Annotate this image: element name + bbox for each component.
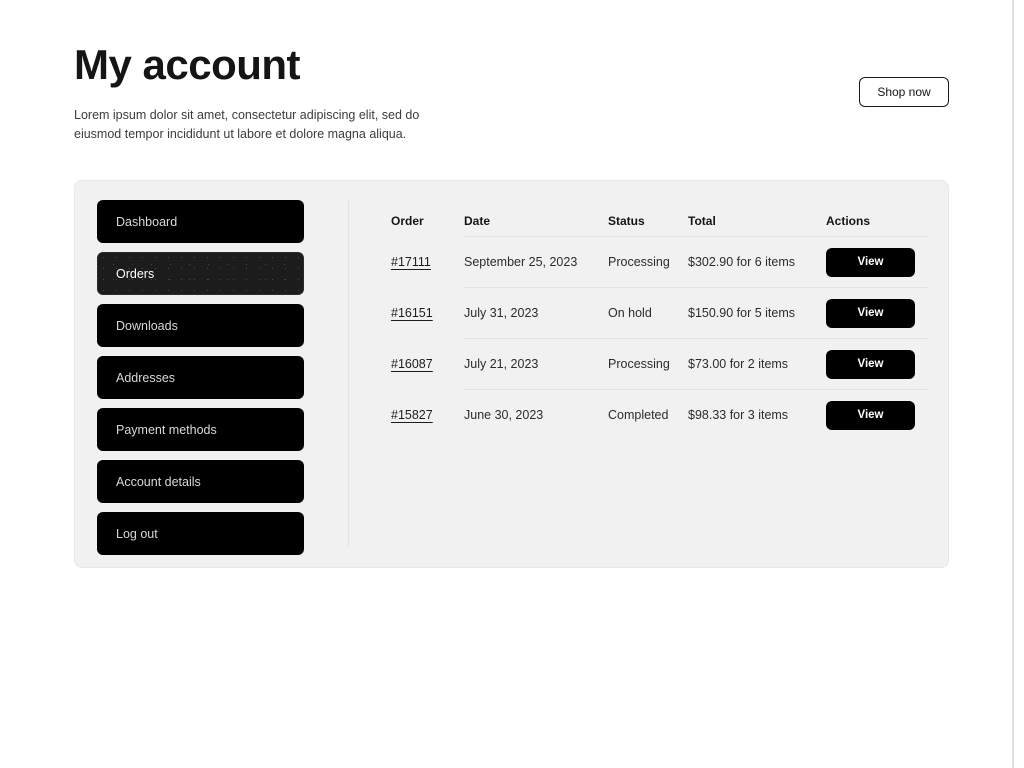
order-status-cell: On hold xyxy=(608,306,652,320)
sidebar-item-downloads[interactable]: Downloads xyxy=(97,304,304,347)
sidebar-item-label: Account details xyxy=(116,474,201,489)
order-actions-cell: View xyxy=(826,400,928,430)
order-date-cell: June 30, 2023 xyxy=(464,408,544,422)
order-status-cell: Processing xyxy=(608,255,670,269)
view-order-button[interactable]: View xyxy=(826,400,915,430)
shop-now-button[interactable]: Shop now xyxy=(859,77,949,107)
order-actions-cell: View xyxy=(826,349,928,379)
orders-table: Order Date Status Total Actions #17111 S… xyxy=(391,205,928,440)
order-date-cell: July 21, 2023 xyxy=(464,357,539,371)
order-status-cell: Processing xyxy=(608,357,670,371)
order-actions-cell: View xyxy=(826,247,928,277)
column-header-actions: Actions xyxy=(826,213,871,228)
sidebar-item-label: Orders xyxy=(116,266,155,281)
sidebar-item-label: Addresses xyxy=(116,370,176,385)
order-total-cell: $98.33 for 3 items xyxy=(688,408,789,422)
order-total-cell: $73.00 for 2 items xyxy=(688,357,789,371)
column-header-status: Status xyxy=(608,213,645,228)
view-order-button[interactable]: View xyxy=(826,349,915,379)
column-header-total: Total xyxy=(688,213,716,228)
account-page: My account Lorem ipsum dolor sit amet, c… xyxy=(0,0,1024,768)
table-row: #15827 June 30, 2023 Completed $98.33 fo… xyxy=(391,389,928,440)
orders-table-header: Order Date Status Total Actions xyxy=(391,205,928,236)
column-header-date: Date xyxy=(464,213,491,228)
sidebar-item-label: Log out xyxy=(116,526,158,541)
order-number-link[interactable]: #17111 xyxy=(391,255,431,269)
page-subtitle: Lorem ipsum dolor sit amet, consectetur … xyxy=(74,108,420,142)
sidebar-item-account-details[interactable]: Account details xyxy=(97,460,304,503)
order-number-cell: #16087 xyxy=(391,357,464,371)
order-total-cell: $150.90 for 5 items xyxy=(688,306,796,320)
order-number-link[interactable]: #15827 xyxy=(391,408,433,422)
order-number-cell: #17111 xyxy=(391,255,464,269)
table-row: #16087 July 21, 2023 Processing $73.00 f… xyxy=(391,338,928,389)
sidebar-item-label: Dashboard xyxy=(116,214,178,229)
table-row: #16151 July 31, 2023 On hold $150.90 for… xyxy=(391,287,928,338)
sidebar-item-log-out[interactable]: Log out xyxy=(97,512,304,555)
column-header-order: Order xyxy=(391,213,424,228)
sidebar-item-label: Payment methods xyxy=(116,422,217,437)
sidebar-item-dashboard[interactable]: Dashboard xyxy=(97,200,304,243)
order-number-cell: #15827 xyxy=(391,408,464,422)
view-order-button[interactable]: View xyxy=(826,298,915,328)
card-divider xyxy=(348,199,349,547)
order-date-cell: September 25, 2023 xyxy=(464,255,578,269)
account-card: Dashboard Orders Downloads Addresses Pay… xyxy=(74,180,949,568)
table-row: #17111 September 25, 2023 Processing $30… xyxy=(391,236,928,287)
sidebar-item-label: Downloads xyxy=(116,318,178,333)
account-nav: Dashboard Orders Downloads Addresses Pay… xyxy=(97,200,304,555)
order-number-link[interactable]: #16087 xyxy=(391,357,433,371)
sidebar-item-orders[interactable]: Orders xyxy=(97,252,304,295)
view-order-button[interactable]: View xyxy=(826,247,915,277)
order-date-cell: July 31, 2023 xyxy=(464,306,539,320)
order-actions-cell: View xyxy=(826,298,928,328)
order-status-cell: Completed xyxy=(608,408,669,422)
page-scrollbar[interactable] xyxy=(1012,0,1014,768)
page-title: My account xyxy=(74,41,301,88)
sidebar-item-addresses[interactable]: Addresses xyxy=(97,356,304,399)
order-number-cell: #16151 xyxy=(391,306,464,320)
sidebar-item-payment-methods[interactable]: Payment methods xyxy=(97,408,304,451)
order-number-link[interactable]: #16151 xyxy=(391,306,433,320)
order-total-cell: $302.90 for 6 items xyxy=(688,255,796,269)
